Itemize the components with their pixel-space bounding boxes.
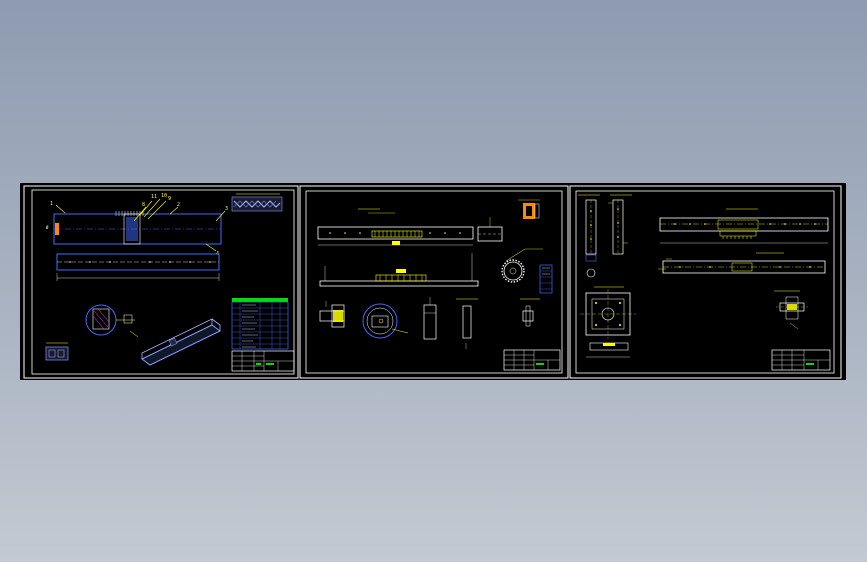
sheet-1-inner-frame: [31, 189, 295, 375]
assembly-block-thumbnail: [45, 342, 69, 361]
part-side-section: [423, 297, 437, 340]
sheet-1-assembly[interactable]: 11 10 98 13 24 Ø: [23, 185, 299, 379]
svg-text:1: 1: [50, 201, 53, 207]
assembly-circle-detail: [85, 304, 139, 338]
svg-text:8: 8: [142, 202, 145, 208]
sheet-3-part-base[interactable]: [569, 185, 842, 379]
assembly-dim-label: Ø: [46, 225, 49, 230]
gear-parameter-table: [539, 264, 553, 294]
svg-text:10: 10: [161, 193, 167, 199]
base-clamp-detail: [774, 290, 808, 330]
sheet-1-title-block: [231, 350, 295, 372]
sheet-3-outer-border: [569, 185, 842, 379]
part-circular-view: [362, 303, 409, 339]
sheet-2-title-block: [503, 349, 561, 371]
part-small-bracket: [520, 298, 540, 327]
rack-bottom-view: [319, 253, 479, 287]
svg-text:9: 9: [168, 196, 171, 202]
assembly-top-view: 11 10 98 13 24 Ø: [46, 193, 228, 257]
base-plate-top-view: [580, 286, 636, 358]
part-section-a: [319, 301, 345, 328]
svg-text:3: 3: [225, 206, 228, 212]
base-vertical-view-a: [578, 194, 600, 278]
rack-front-view: [317, 208, 474, 246]
svg-text:11: 11: [151, 194, 157, 200]
rack-3d-thumbnail: [231, 193, 283, 212]
bill-of-materials-table: [231, 298, 289, 350]
base-long-top-view: [659, 208, 829, 244]
sheet-2-part-rack[interactable]: [299, 185, 569, 379]
assembly-side-view: [56, 253, 220, 281]
gear-detail: [501, 248, 543, 283]
part-thin-plate: [456, 298, 478, 349]
cad-viewport[interactable]: 11 10 98 13 24 Ø: [20, 183, 846, 380]
assembly-isometric-view: [141, 318, 221, 366]
rack-3d-small-part: [518, 199, 540, 219]
base-vertical-view-b: [608, 194, 632, 255]
cad-drawing-canvas[interactable]: 11 10 98 13 24 Ø: [20, 183, 846, 380]
svg-text:2: 2: [177, 202, 180, 208]
sheet-3-title-block: [771, 349, 831, 371]
rack-end-view: [477, 217, 503, 242]
base-long-side-view: [658, 252, 826, 274]
